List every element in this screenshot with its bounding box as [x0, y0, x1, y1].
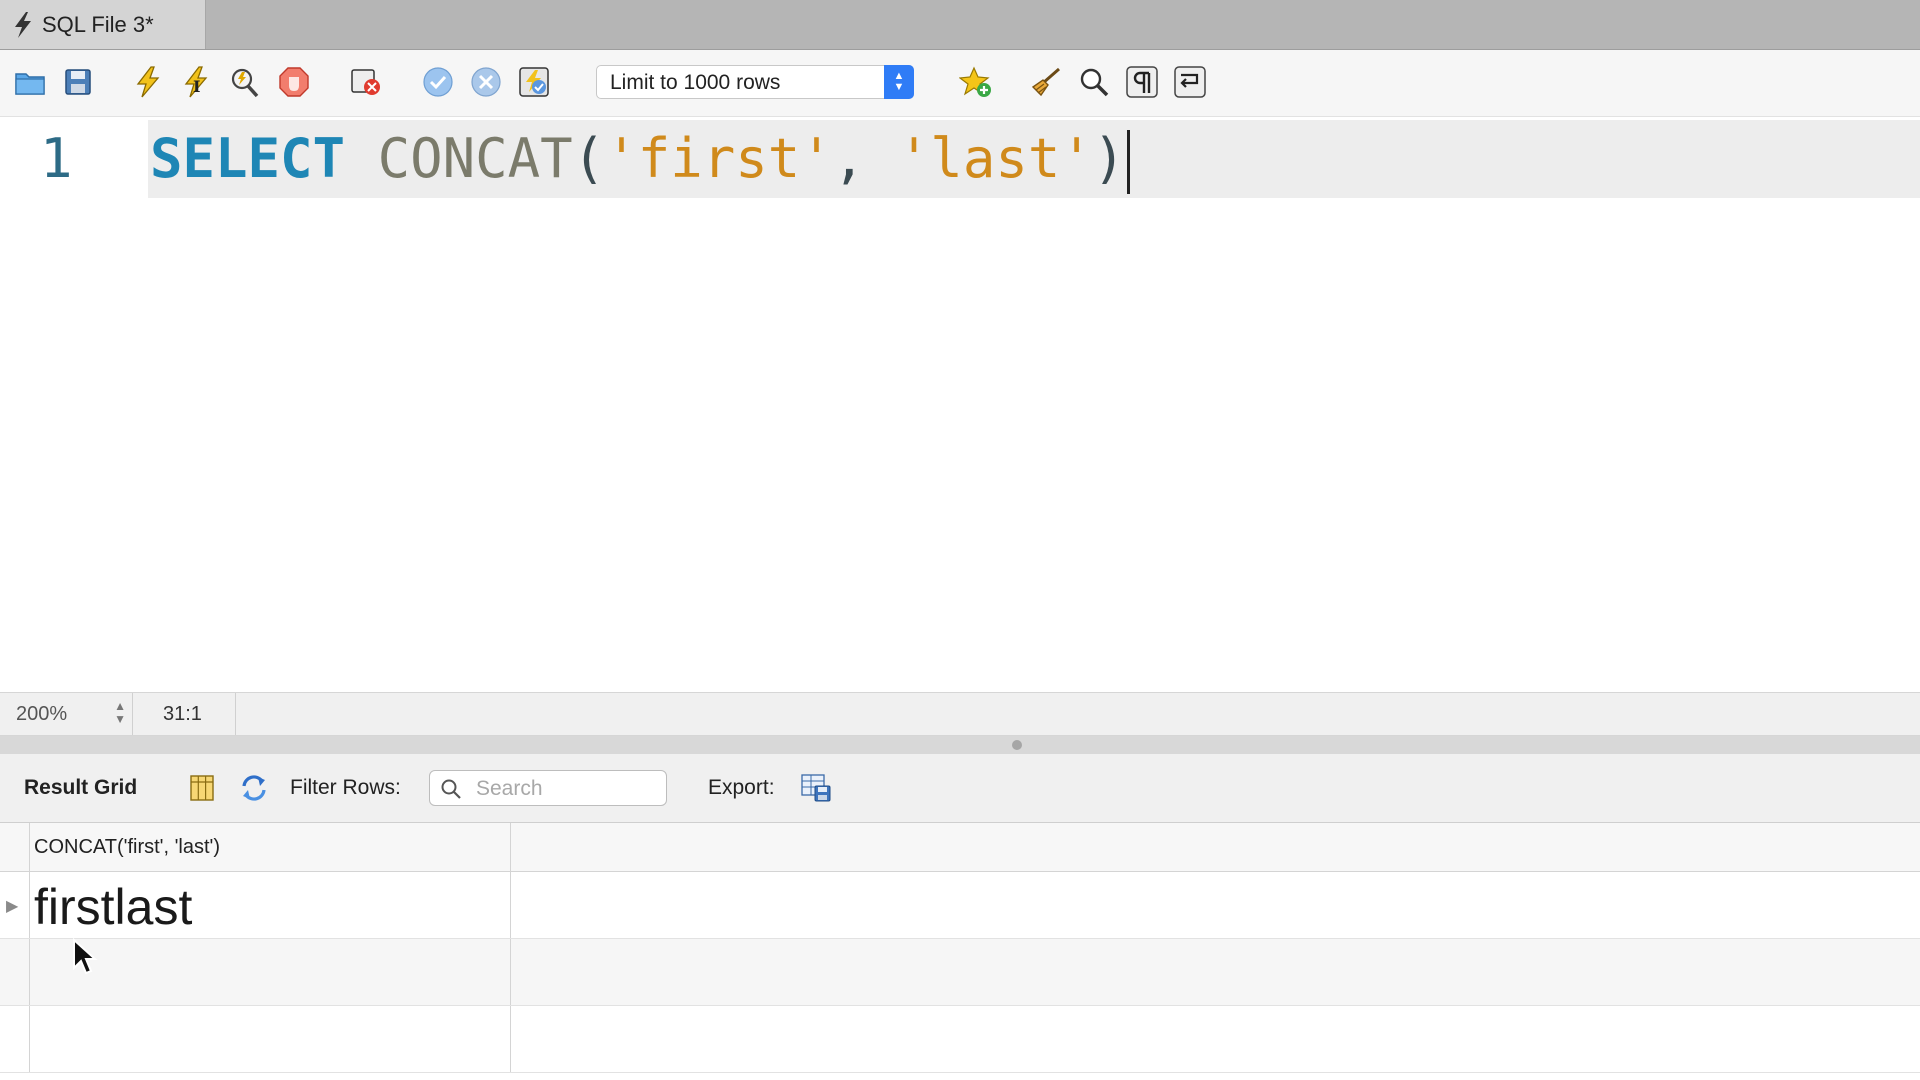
refresh-icon[interactable]: [238, 772, 270, 804]
lightning-icon: [15, 11, 31, 38]
result-toolbar: Result Grid Filter Rows: Export:: [0, 754, 1920, 823]
explain-icon[interactable]: [226, 64, 262, 100]
cursor-position: 31:1: [133, 693, 236, 735]
panel-splitter[interactable]: [0, 736, 1920, 754]
rollback-icon[interactable]: [468, 64, 504, 100]
token-comma: ,: [832, 127, 866, 190]
table-row-empty: [0, 1006, 1920, 1073]
mouse-cursor-icon: [73, 938, 98, 975]
tab-title: SQL File 3*: [42, 11, 154, 37]
row-header[interactable]: ▶: [0, 872, 30, 938]
commit-icon[interactable]: [420, 64, 456, 100]
column-header-label: CONCAT('first', 'last'): [34, 836, 221, 858]
row-header: [0, 1006, 30, 1072]
open-folder-icon[interactable]: [12, 64, 48, 100]
grid-header: CONCAT('first', 'last'): [0, 823, 1920, 872]
table-cell: [30, 939, 511, 1005]
splitter-handle[interactable]: [1012, 740, 1022, 750]
token-keyword: SELECT: [150, 127, 346, 190]
code-line[interactable]: SELECT CONCAT('first', 'last'): [150, 127, 1131, 195]
result-grid[interactable]: CONCAT('first', 'last') ▶ firstlast: [0, 823, 1920, 1080]
search-input[interactable]: [474, 775, 658, 803]
cell-value: firstlast: [34, 879, 193, 935]
svg-text:I: I: [193, 77, 200, 96]
export-label: Export:: [708, 776, 775, 799]
find-icon[interactable]: [1076, 64, 1112, 100]
token-open-paren: (: [572, 127, 606, 190]
search-icon: [441, 779, 461, 799]
table-row[interactable]: ▶ firstlast: [0, 872, 1920, 939]
save-icon[interactable]: [60, 64, 96, 100]
limit-rows-value: Limit to 1000 rows: [610, 71, 781, 94]
zoom-value: 200%: [16, 703, 68, 725]
chevron-updown-icon: ▲ ▼: [884, 65, 914, 99]
table-row-empty: [0, 939, 1920, 1006]
stop-on-error-icon[interactable]: [348, 64, 384, 100]
table-cell[interactable]: firstlast: [30, 872, 511, 938]
filter-search-box[interactable]: [429, 770, 667, 806]
row-header: [0, 939, 30, 1005]
result-grid-tab[interactable]: Result Grid: [24, 776, 137, 800]
export-icon[interactable]: [800, 772, 832, 804]
wrap-icon[interactable]: [1172, 64, 1208, 100]
cursor-position-value: 31:1: [163, 703, 202, 725]
add-snippet-icon[interactable]: [958, 64, 994, 100]
tab-bar: SQL File 3*: [0, 0, 1920, 50]
beautify-icon[interactable]: [1028, 64, 1064, 100]
token-function: CONCAT: [377, 127, 573, 190]
token-string-first: 'first': [605, 127, 833, 190]
editor-toolbar: I Limit to 1000 rows ▲ ▼: [0, 50, 1920, 117]
tab-sql-file[interactable]: SQL File 3*: [0, 0, 206, 49]
column-header[interactable]: CONCAT('first', 'last'): [30, 823, 511, 871]
stop-icon[interactable]: [276, 64, 312, 100]
limit-rows-select[interactable]: Limit to 1000 rows ▲ ▼: [596, 65, 914, 99]
autocommit-icon[interactable]: [516, 64, 552, 100]
editor-status-bar: 200% ▲ ▼ 31:1: [0, 692, 1920, 736]
execute-current-icon[interactable]: I: [178, 64, 214, 100]
text-caret: [1127, 130, 1131, 195]
line-number: 1: [40, 127, 73, 190]
filter-rows-label: Filter Rows:: [290, 776, 401, 799]
table-cell: [30, 1006, 511, 1072]
invisible-chars-icon[interactable]: [1124, 64, 1160, 100]
row-pointer-icon: ▶: [6, 898, 19, 915]
token-close-paren: ): [1092, 127, 1126, 190]
zoom-stepper[interactable]: 200% ▲ ▼: [0, 693, 133, 735]
token-string-last: 'last': [897, 127, 1093, 190]
sql-editor[interactable]: 1 SELECT CONCAT('first', 'last'): [0, 117, 1920, 692]
grid-columns-icon[interactable]: [186, 772, 218, 804]
row-header-corner: [0, 823, 30, 871]
stepper-arrows-icon[interactable]: ▲ ▼: [114, 700, 126, 726]
execute-icon[interactable]: [130, 64, 166, 100]
